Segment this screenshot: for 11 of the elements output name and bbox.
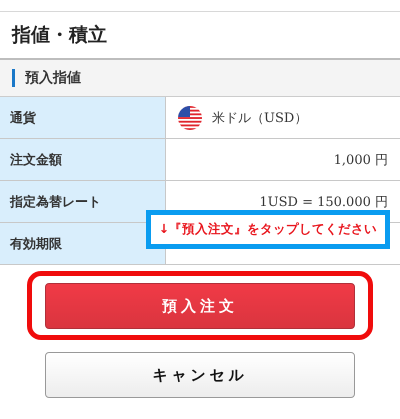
row-label: 注文金額 (0, 139, 166, 181)
flag-icon (178, 106, 202, 130)
table-cell-text: 1,000 円 (334, 152, 388, 168)
cancel-button[interactable]: キャンセル (45, 352, 355, 398)
callout-note: ↓『預入注文』をタップしてください (146, 210, 390, 249)
row-label: 指定為替レート (0, 181, 166, 223)
deposit-order-button[interactable]: 預入注文 (45, 283, 355, 329)
table-cell-text: 1USD = 150.000 円 (259, 194, 388, 210)
table-cell-text: 米ドル（USD） (212, 110, 308, 126)
section-title: 預入指値 (25, 69, 81, 87)
row-label: 通貨 (0, 97, 166, 139)
